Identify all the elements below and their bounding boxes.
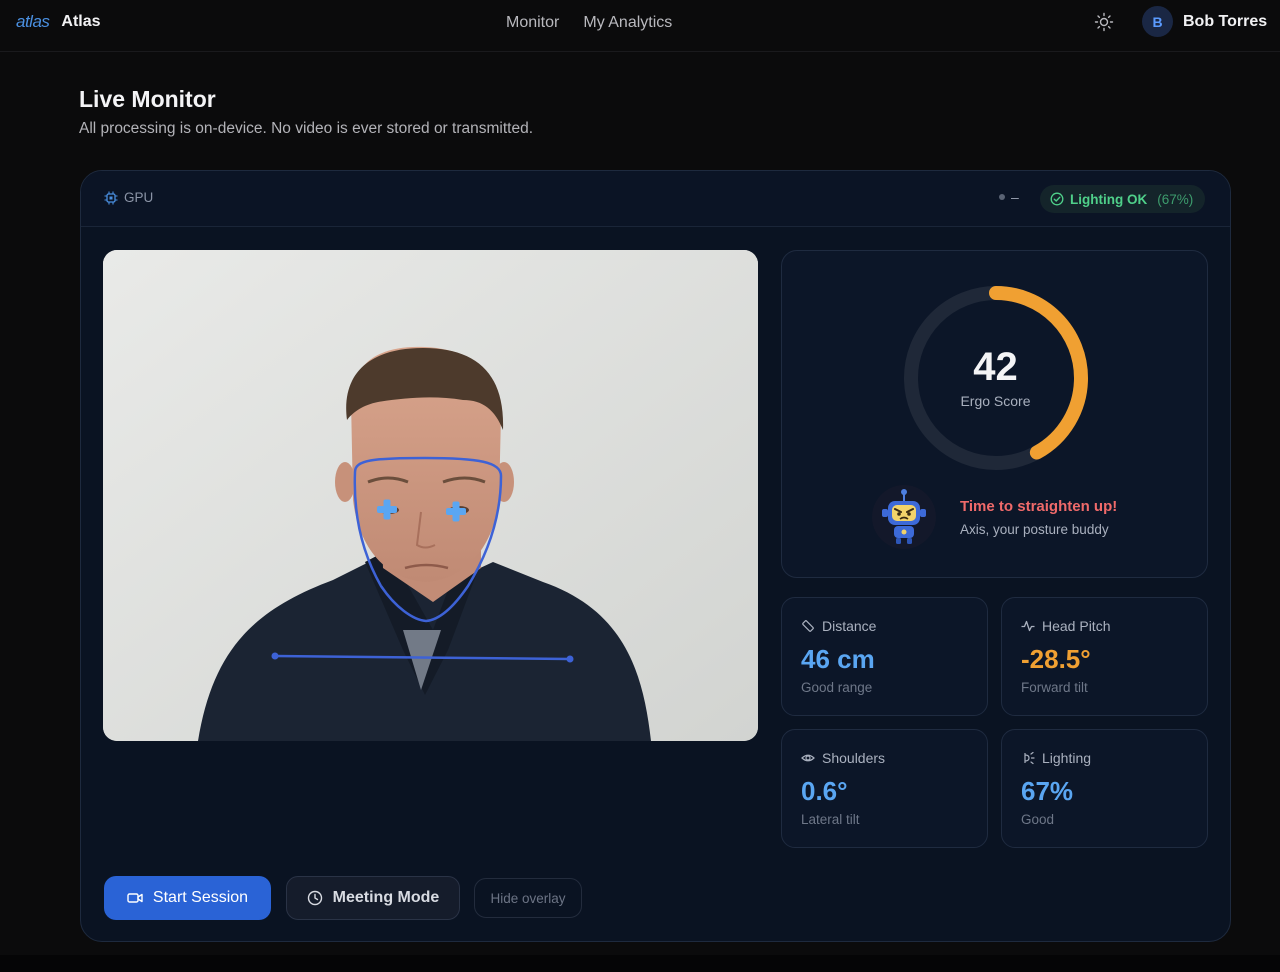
avatar: B — [1142, 6, 1173, 37]
user-menu[interactable]: B Bob Torres — [1142, 6, 1267, 37]
panel-header: GPU – Lighting OK (67%) — [81, 171, 1230, 227]
meeting-mode-button[interactable]: Meeting Mode — [286, 876, 460, 920]
metric-card-lighting: Lighting 67% Good — [1001, 729, 1208, 848]
start-session-button[interactable]: Start Session — [104, 876, 271, 920]
metric-label: Lighting — [1042, 750, 1092, 766]
metric-card-head-pitch: Head Pitch -28.5° Forward tilt — [1001, 597, 1208, 716]
metric-sub: Good — [1021, 812, 1055, 827]
chip-icon — [104, 191, 118, 204]
buddy-subtitle: Axis, your posture buddy — [960, 522, 1109, 537]
ergo-score-card: 42 Ergo Score Time to straighten up! Axi… — [781, 250, 1208, 578]
metric-header-shoulders: Shoulders — [801, 750, 885, 766]
meeting-mode-label: Meeting Mode — [332, 889, 440, 906]
robot-buddy-avatar — [872, 485, 936, 549]
monitor-panel: GPU – Lighting OK (67%) 42 Ergo Score Ti… — [80, 170, 1231, 942]
ruler-icon — [802, 620, 814, 632]
nav-my-analytics[interactable]: My Analytics — [583, 14, 672, 32]
status-dot — [999, 194, 1005, 200]
metric-sub: Good range — [801, 680, 873, 695]
robot-icon — [882, 489, 926, 544]
app-name: Atlas — [61, 13, 101, 30]
camera-feed-graphic — [103, 250, 758, 741]
buddy-message: Time to straighten up! — [960, 498, 1118, 515]
metric-label: Shoulders — [822, 750, 886, 766]
metric-value: -28.5° — [1021, 644, 1091, 674]
sun-icon[interactable] — [1094, 12, 1114, 32]
video-camera-icon — [127, 893, 143, 903]
metric-card-shoulders: Shoulders 0.6° Lateral tilt — [781, 729, 988, 848]
main-nav: Monitor My Analytics — [506, 14, 672, 32]
nav-monitor[interactable]: Monitor — [506, 14, 559, 32]
metric-header-head-pitch: Head Pitch — [1021, 618, 1110, 634]
brand[interactable]: atlas Atlas — [16, 12, 101, 32]
atlas-logo: atlas — [16, 12, 50, 31]
status-dash: – — [1011, 189, 1019, 205]
camera-feed — [103, 250, 758, 741]
page-title: Live Monitor — [79, 86, 216, 112]
metric-value: 67% — [1021, 776, 1074, 806]
user-name: Bob Torres — [1183, 12, 1268, 30]
backend-indicator: GPU — [104, 190, 153, 205]
top-nav-bar: atlas Atlas Monitor My Analytics B Bob T… — [0, 0, 1280, 52]
metric-label: Head Pitch — [1042, 618, 1111, 634]
bottom-edge — [0, 955, 1280, 972]
clock-icon — [307, 890, 322, 906]
lighting-status-badge: Lighting OK (67%) — [1040, 185, 1206, 213]
metric-sub: Forward tilt — [1021, 680, 1088, 695]
metric-header-distance: Distance — [801, 618, 876, 634]
backend-label: GPU — [124, 190, 154, 205]
metric-sub: Lateral tilt — [801, 812, 860, 827]
metric-value: 0.6° — [801, 776, 848, 806]
eye-icon — [801, 754, 815, 762]
metric-label: Distance — [822, 618, 877, 634]
ergo-score-label: Ergo Score — [960, 393, 1031, 409]
activity-icon — [1021, 620, 1035, 632]
lighting-badge-pct: (67%) — [1157, 191, 1194, 207]
metric-value: 46 cm — [801, 644, 875, 674]
light-icon — [1024, 751, 1035, 765]
metric-card-distance: Distance 46 cm Good range — [781, 597, 988, 716]
metric-header-lighting: Lighting — [1021, 750, 1091, 766]
check-circle-icon — [1050, 192, 1064, 206]
lighting-badge-label: Lighting OK — [1070, 191, 1148, 207]
page-subtitle: All processing is on-device. No video is… — [79, 120, 534, 137]
ergo-score-value: 42 — [973, 345, 1018, 389]
hide-overlay-button[interactable]: Hide overlay — [474, 878, 582, 918]
start-session-label: Start Session — [152, 889, 249, 906]
connection-status: – — [999, 189, 1019, 205]
